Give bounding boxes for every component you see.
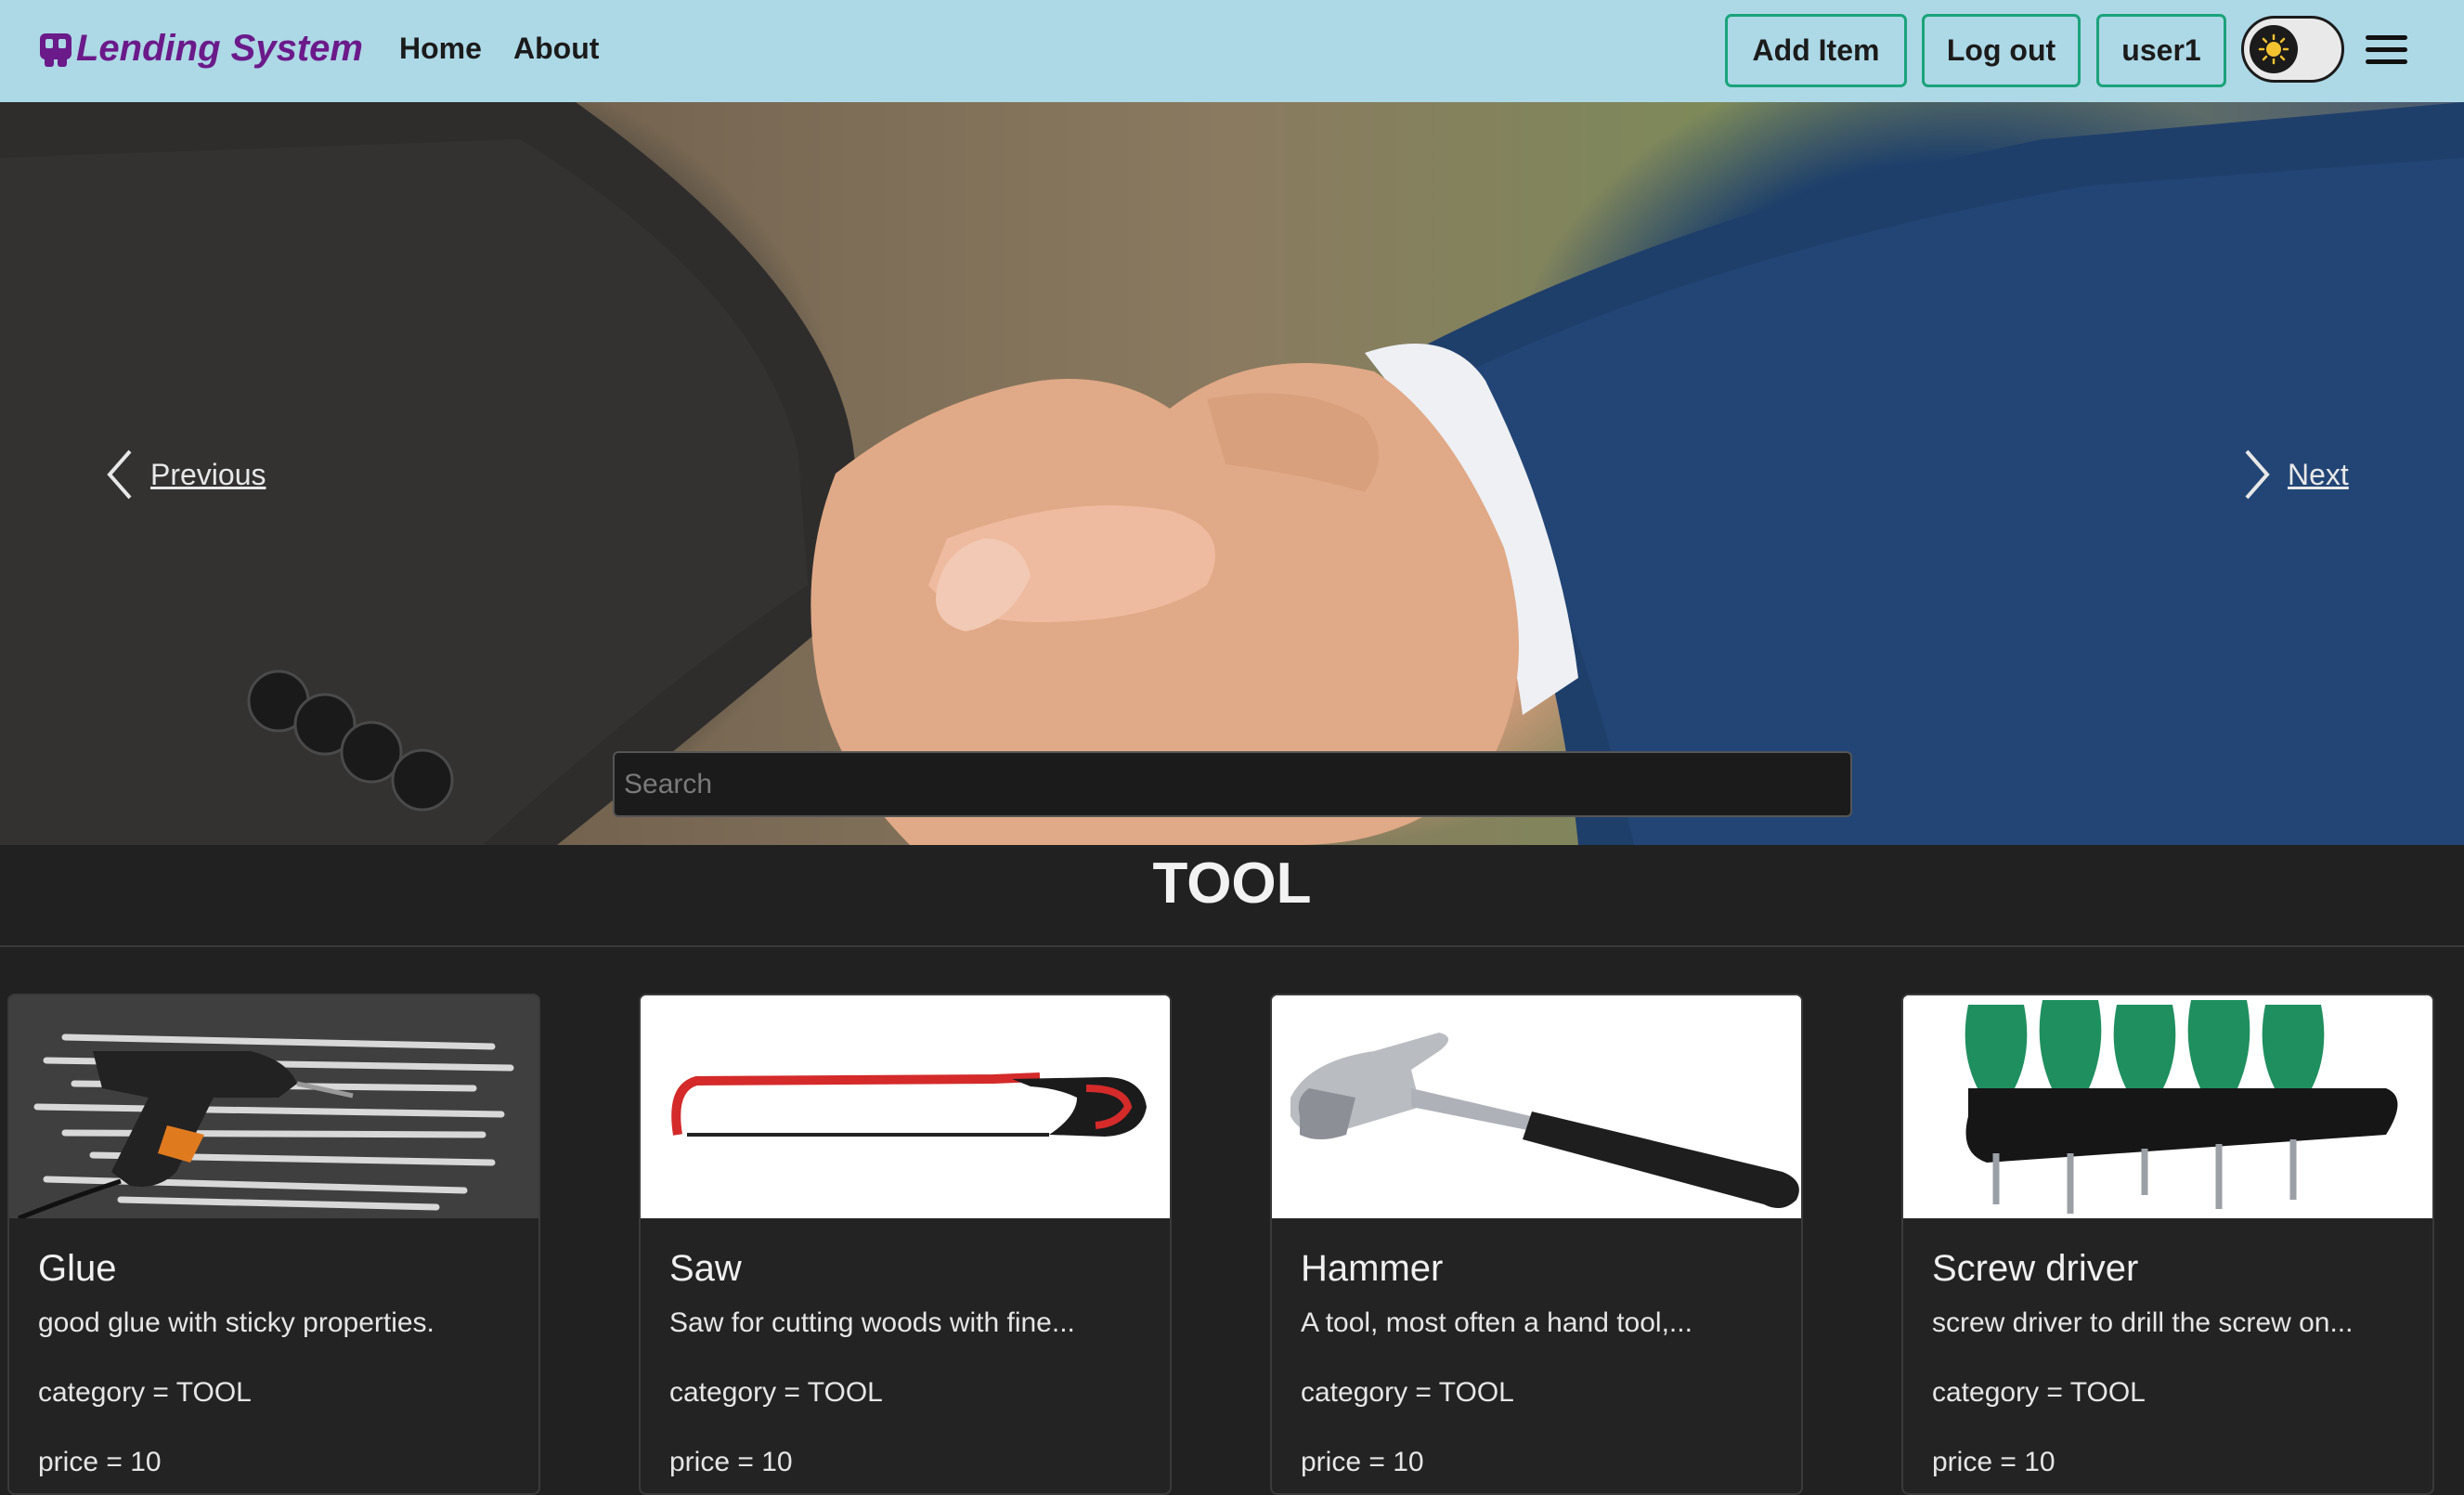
carousel-previous-button[interactable]: Previous — [102, 448, 266, 501]
screwdriver-set-image — [1903, 995, 2432, 1218]
item-card-screw-driver[interactable]: Screw driver screw driver to drill the s… — [1901, 994, 2434, 1495]
item-category: category = TOOL — [1932, 1377, 2146, 1408]
item-price: price = 10 — [38, 1447, 162, 1477]
item-title: Saw — [669, 1248, 742, 1289]
item-card-saw[interactable]: Saw Saw for cutting woods with fine... c… — [639, 994, 1172, 1495]
item-card-glue[interactable]: Glue good glue with sticky properties. c… — [7, 994, 540, 1495]
item-title: Screw driver — [1932, 1248, 2139, 1289]
item-image — [1272, 995, 1801, 1218]
brand-link[interactable]: Lending System — [37, 26, 363, 71]
item-price: price = 10 — [1932, 1447, 2055, 1477]
handshake-image — [0, 102, 2464, 845]
carousel-next-button[interactable]: Next — [2237, 448, 2349, 501]
toggle-knob — [2250, 25, 2298, 73]
hammer-image — [1272, 995, 1801, 1218]
item-description: good glue with sticky properties. — [38, 1307, 434, 1338]
item-price: price = 10 — [669, 1447, 793, 1477]
item-description: screw driver to drill the screw on... — [1932, 1307, 2354, 1338]
glue-gun-image — [9, 995, 538, 1218]
item-image — [1903, 995, 2432, 1218]
theme-toggle[interactable] — [2241, 16, 2344, 83]
nav-home-link[interactable]: Home — [399, 32, 482, 66]
item-card-hammer[interactable]: Hammer A tool, most often a hand tool,..… — [1270, 994, 1803, 1495]
saw-image — [641, 995, 1170, 1218]
item-price: price = 10 — [1301, 1447, 1424, 1477]
brand-name: Lending System — [76, 27, 363, 69]
search-input[interactable] — [613, 751, 1852, 817]
item-image — [641, 995, 1170, 1218]
brand-logo-icon — [40, 33, 71, 67]
add-item-button[interactable]: Add Item — [1725, 14, 1907, 87]
item-category: category = TOOL — [1301, 1377, 1514, 1408]
nav-about-link[interactable]: About — [513, 32, 599, 66]
carousel-next-label: Next — [2288, 457, 2349, 491]
item-title: Hammer — [1301, 1248, 1444, 1289]
category-title: TOOL — [0, 845, 2464, 947]
item-category: category = TOOL — [669, 1377, 883, 1408]
item-title: Glue — [38, 1248, 117, 1289]
item-description: A tool, most often a hand tool,... — [1301, 1307, 1692, 1338]
top-navbar: Lending System Home About Add Item Log o… — [0, 0, 2464, 102]
menu-icon[interactable] — [2366, 35, 2407, 65]
log-out-button[interactable]: Log out — [1922, 14, 2081, 87]
sun-icon — [2258, 33, 2289, 65]
item-description: Saw for cutting woods with fine... — [669, 1307, 1075, 1338]
hero-carousel: Previous Next — [0, 102, 2464, 845]
item-image — [9, 995, 538, 1218]
chevron-left-icon — [107, 449, 132, 500]
chevron-right-icon — [2245, 449, 2270, 500]
carousel-previous-label: Previous — [150, 457, 266, 491]
user-button[interactable]: user1 — [2096, 14, 2226, 87]
item-category: category = TOOL — [38, 1377, 252, 1408]
